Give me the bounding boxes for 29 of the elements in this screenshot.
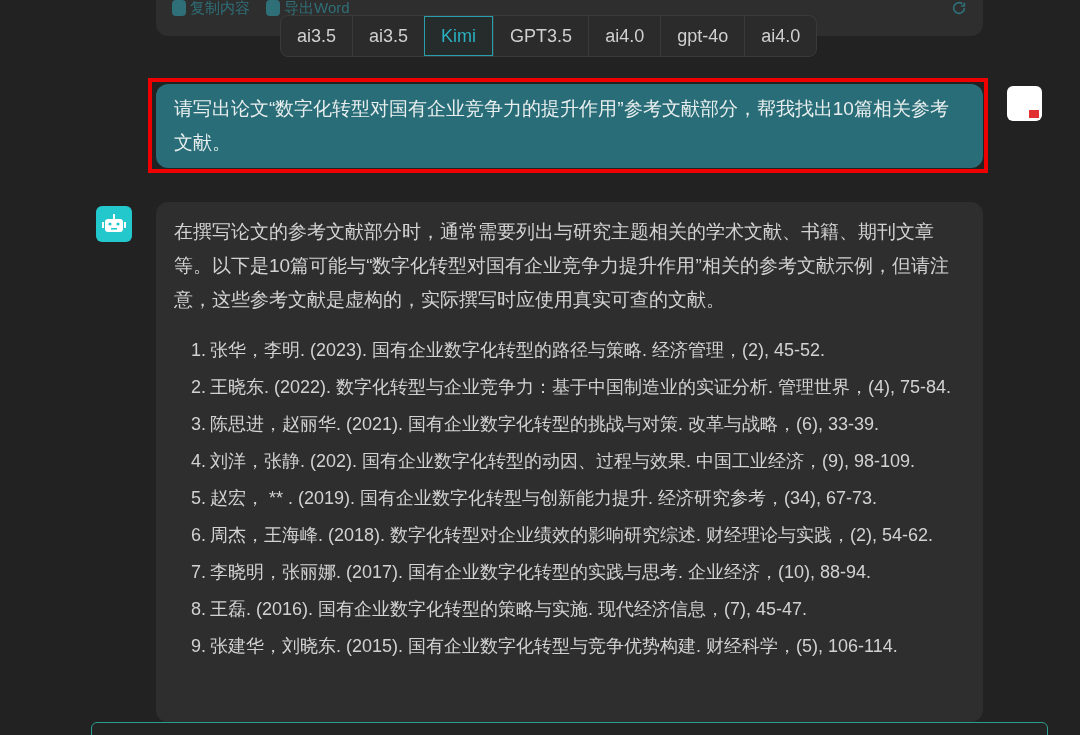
model-tab[interactable]: Kimi	[424, 16, 494, 56]
list-number: 6.	[191, 524, 207, 547]
reference-item: 张建华，刘晓东. (2015). 国有企业数字化转型与竞争优势构建. 财经科学，(5), 106-114.	[210, 635, 898, 658]
list-number: 7.	[191, 561, 207, 584]
reference-item: 赵宏， ** . (2019). 国有企业数字化转型与创新能力提升. 经济研究参考，(34), 67-73.	[210, 487, 878, 510]
list-number: 5.	[191, 487, 207, 510]
reference-item: 刘洋，张静. (202). 国有企业数字化转型的动因、过程与效果. 中国工业经济，(9), 98-109.	[210, 450, 916, 473]
robot-icon	[96, 206, 132, 242]
reference-item: 陈思进，赵丽华. (2021). 国有企业数字化转型的挑战与对策. 改革与战略，(6), 33-39.	[210, 413, 880, 436]
list-number: 3.	[191, 413, 207, 436]
refresh-icon[interactable]	[951, 0, 967, 16]
reference-item: 王磊. (2016). 国有企业数字化转型的策略与实施. 现代经济信息，(7), 45-47.	[210, 598, 808, 621]
list-number: 8.	[191, 598, 207, 621]
reference-item: 王晓东. (2022). 数字化转型与企业竞争力：基于中国制造业的实证分析. 管理世界，(4), 75-84.	[210, 376, 952, 399]
model-tab[interactable]: GPT3.5	[493, 16, 589, 56]
intro-paragraph: 在撰写论文的参考文献部分时，通常需要列出与研究主题相关的学术文献、书籍、期刊文章等。以下是10篇可能与“数字化转型对国有企业竞争力提升作用”相关的参考文献示例，但请注意，这些参考文献是虚构的，实际撰写时应使用真实可查的文献。	[174, 220, 950, 312]
reference-item: 李晓明，张丽娜. (2017). 国有企业数字化转型的实践与思考. 企业经济，(10), 88-94.	[210, 561, 872, 584]
list-number: 9.	[191, 635, 207, 658]
user-avatar	[1007, 86, 1042, 121]
model-tab[interactable]: ai3.5	[281, 16, 353, 56]
model-tab[interactable]: ai4.0	[744, 16, 817, 56]
list-number: 2.	[191, 376, 207, 399]
reference-item: 张华，李明. (2023). 国有企业数字化转型的路径与策略. 经济管理，(2), 45-52.	[210, 339, 826, 362]
model-tab[interactable]: gpt-4o	[660, 16, 745, 56]
reference-item: 周杰，王海峰. (2018). 数字化转型对企业绩效的影响研究综述. 财经理论与实践，(2), 54-62.	[210, 524, 934, 547]
list-number: 1.	[191, 339, 207, 362]
list-number: 4.	[191, 450, 207, 473]
model-tab[interactable]: ai4.0	[588, 16, 661, 56]
user-message: 请写出论文“数字化转型对国有企业竞争力的提升作用”参考文献部分，帮我找出10篇相关参考文献。	[156, 84, 983, 168]
